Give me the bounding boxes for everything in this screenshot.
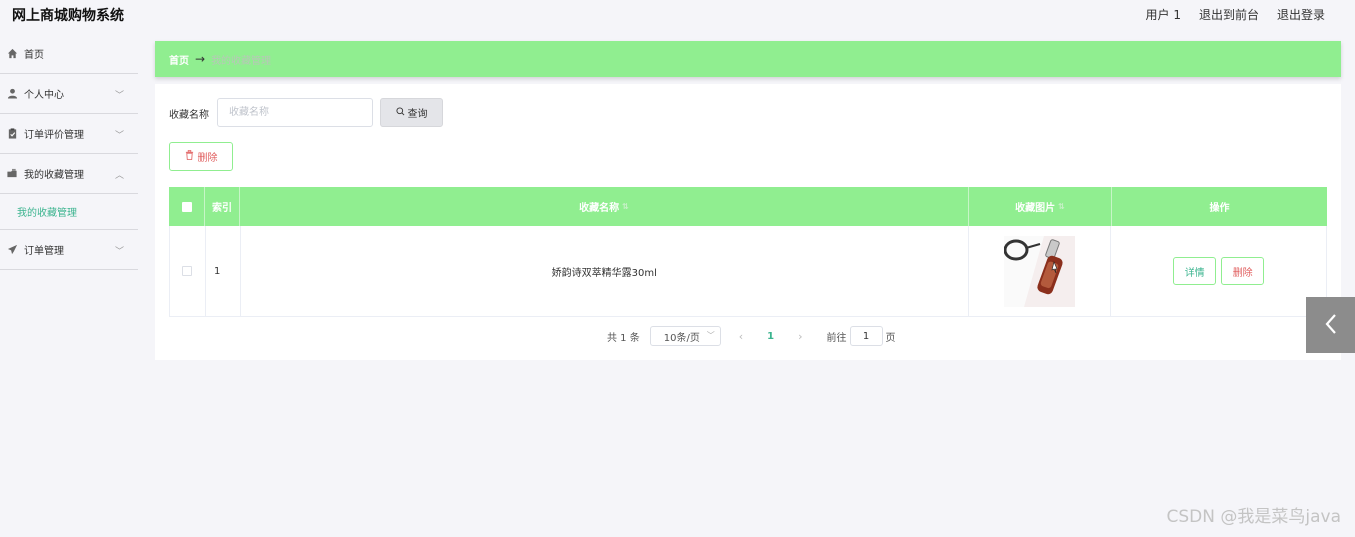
next-page-button[interactable]: ›	[798, 330, 802, 343]
row-image-cell	[969, 226, 1112, 316]
sort-icon[interactable]: ⇅	[1058, 202, 1065, 211]
sidebar-item-label: 个人中心	[24, 90, 64, 101]
back-to-front-link[interactable]: 退出到前台	[1199, 6, 1259, 23]
trash-icon	[185, 150, 194, 163]
table-row: 1 娇韵诗双萃精华露30ml 详情 删除	[169, 226, 1327, 317]
row-index: 1	[206, 226, 241, 316]
sidebar: 首页 个人中心 ﹀ 订单评价管理 ﹀ 我的收藏管理 ︿ 我的收藏管理 订单管理 …	[0, 34, 138, 537]
prev-page-button[interactable]: ‹	[739, 330, 743, 343]
batch-delete-button[interactable]: 删除	[169, 142, 233, 171]
sort-icon[interactable]: ⇅	[622, 202, 629, 211]
query-button-label: 查询	[407, 109, 428, 120]
detail-button[interactable]: 详情	[1173, 257, 1217, 285]
sidebar-item-label: 我的收藏管理	[24, 170, 84, 181]
pagination: 共 1 条 10条/页 ﹀ ‹ 1 › 前往 页	[607, 326, 896, 346]
sidebar-item-orders[interactable]: 订单管理 ﹀	[0, 230, 138, 270]
goto-page-input[interactable]	[849, 326, 883, 346]
chevron-down-icon: ﹀	[114, 91, 124, 101]
breadcrumb: 首页 → 我的收藏管理	[155, 41, 1341, 77]
sidebar-subitem-favorites[interactable]: 我的收藏管理	[0, 194, 138, 230]
breadcrumb-arrow: →	[195, 52, 206, 66]
chevron-down-icon: ﹀	[114, 131, 124, 141]
select-all-cell	[169, 187, 205, 226]
column-header-index: 索引	[205, 187, 240, 226]
sidebar-item-label: 订单评价管理	[24, 130, 84, 141]
home-icon	[6, 48, 18, 60]
row-name: 娇韵诗双萃精华露30ml	[241, 226, 969, 316]
chevron-down-icon: ﹀	[114, 247, 124, 257]
user-icon	[6, 88, 18, 100]
sidebar-item-profile[interactable]: 个人中心 ﹀	[0, 74, 138, 114]
user-name[interactable]: 用户 1	[1146, 6, 1181, 23]
pagination-total: 共 1 条	[607, 332, 640, 344]
goto-label: 前往	[826, 332, 847, 344]
sidebar-item-order-review[interactable]: 订单评价管理 ﹀	[0, 114, 138, 154]
send-icon	[6, 244, 18, 256]
breadcrumb-current: 我的收藏管理	[211, 55, 272, 67]
column-header-name[interactable]: 收藏名称 ⇅	[240, 187, 969, 226]
breadcrumb-home[interactable]: 首页	[169, 52, 189, 67]
row-checkbox[interactable]	[182, 266, 193, 276]
column-header-image[interactable]: 收藏图片 ⇅	[969, 187, 1112, 226]
chevron-down-icon: ﹀	[706, 331, 715, 340]
header-actions: 用户 1 退出到前台 退出登录	[1146, 6, 1325, 23]
page-suffix: 页	[885, 332, 896, 344]
sidebar-item-home[interactable]: 首页	[0, 34, 138, 74]
collapse-toggle-button[interactable]	[1306, 297, 1355, 353]
content-card: 收藏名称 查询 删除 索引 收藏名称 ⇅ 收藏图片 ⇅ 操作	[155, 84, 1341, 360]
sidebar-item-label: 订单管理	[24, 246, 64, 257]
row-delete-button[interactable]: 删除	[1221, 257, 1265, 285]
favorites-table: 索引 收藏名称 ⇅ 收藏图片 ⇅ 操作 1 娇韵诗双萃精华露30ml 详情 删除	[169, 187, 1327, 317]
row-checkbox-cell	[170, 226, 206, 316]
column-header-name-label: 收藏名称	[579, 203, 620, 214]
product-thumbnail[interactable]	[1004, 235, 1075, 307]
query-button[interactable]: 查询	[380, 98, 443, 127]
watermark: CSDN @我是菜鸟java	[1166, 507, 1342, 527]
page-size-select[interactable]: 10条/页 ﹀	[649, 326, 721, 346]
column-header-image-label: 收藏图片	[1015, 203, 1056, 214]
sidebar-item-favorites[interactable]: 我的收藏管理 ︿	[0, 154, 138, 194]
search-input[interactable]	[217, 98, 373, 127]
app-title: 网上商城购物系统	[12, 8, 124, 24]
table-header: 索引 收藏名称 ⇅ 收藏图片 ⇅ 操作	[169, 187, 1327, 226]
top-bar: 网上商城购物系统 用户 1 退出到前台 退出登录	[0, 0, 1355, 30]
column-header-actions: 操作	[1209, 203, 1230, 214]
chevron-left-icon	[1324, 313, 1338, 338]
clipboard-icon	[6, 128, 18, 140]
logout-link[interactable]: 退出登录	[1277, 6, 1325, 23]
row-actions: 详情 删除	[1111, 226, 1326, 316]
select-all-checkbox[interactable]	[181, 201, 192, 212]
sidebar-item-label: 首页	[24, 50, 44, 61]
delete-button-label: 删除	[197, 153, 218, 164]
search-label: 收藏名称	[169, 110, 209, 121]
folder-icon	[6, 168, 18, 180]
page-size-value: 10条/页	[663, 332, 700, 344]
chevron-up-icon: ︿	[114, 171, 124, 181]
page-number[interactable]: 1	[767, 331, 774, 342]
search-icon	[395, 106, 405, 119]
